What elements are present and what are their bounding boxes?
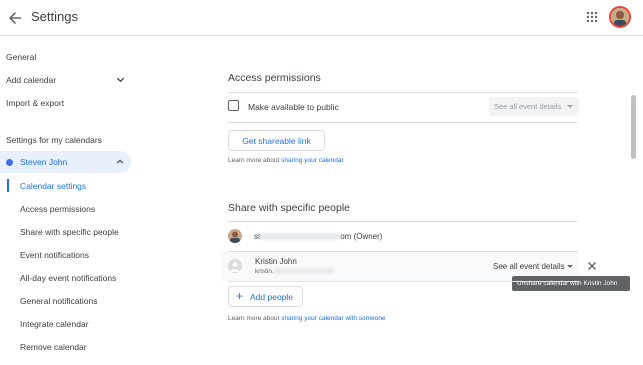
email-prefix: kristin. — [255, 268, 274, 275]
back-arrow-icon[interactable] — [6, 9, 24, 27]
sidebar-item-calendar-settings[interactable]: Calendar settings — [20, 181, 86, 191]
owner-row: st om (Owner) — [254, 232, 382, 241]
public-checkbox-label: Make available to public — [248, 102, 339, 112]
calendar-color-dot — [6, 159, 13, 166]
divider — [228, 122, 578, 123]
learn-more-sharing-someone: Learn more about sharing your calendar w… — [228, 315, 386, 322]
sidebar-item-all-day-notifications[interactable]: All-day event notifications — [20, 273, 116, 283]
sidebar-item-remove-calendar[interactable]: Remove calendar — [20, 342, 87, 352]
learn-more-text: Learn more about — [228, 315, 282, 322]
sidebar-item-general-notifications[interactable]: General notifications — [20, 296, 98, 306]
chevron-down-icon[interactable] — [116, 75, 125, 84]
calendar-name: Steven John — [20, 157, 68, 167]
sidebar-item-access-permissions[interactable]: Access permissions — [20, 204, 95, 214]
shared-person-name: Kristin John — [255, 257, 297, 266]
sidebar-item-my-calendar[interactable]: Steven John — [0, 151, 131, 173]
divider — [228, 92, 578, 93]
sidebar-item-add-calendar[interactable]: Add calendar — [6, 75, 56, 85]
sidebar-section-title: Settings for my calendars — [6, 135, 102, 145]
shared-person-email: kristin. — [255, 268, 334, 275]
account-avatar[interactable] — [609, 6, 631, 28]
add-people-label: Add people — [250, 292, 294, 302]
dropdown-caret-icon — [567, 105, 573, 108]
public-checkbox[interactable] — [228, 100, 239, 111]
main-scrollbar[interactable] — [631, 95, 636, 159]
redacted-blur — [273, 268, 334, 275]
sidebar-item-share-specific-people[interactable]: Share with specific people — [20, 227, 119, 237]
share-specific-heading: Share with specific people — [228, 202, 350, 214]
close-icon[interactable] — [586, 260, 598, 272]
access-permissions-heading: Access permissions — [228, 72, 321, 84]
plus-icon: + — [236, 289, 244, 303]
default-avatar — [228, 259, 242, 273]
learn-more-sharing-someone-link[interactable]: sharing your calendar with someone — [281, 315, 385, 322]
divider — [228, 221, 578, 222]
user-photo-icon — [228, 229, 242, 243]
sidebar-item-import-export[interactable]: Import & export — [6, 98, 64, 108]
divider — [228, 281, 578, 282]
dropdown-caret-icon — [567, 265, 573, 268]
learn-more-sharing-link[interactable]: sharing your calendar — [281, 157, 344, 164]
sidebar-item-integrate-calendar[interactable]: Integrate calendar — [20, 319, 89, 329]
chevron-up-icon[interactable] — [116, 158, 124, 166]
page-title: Settings — [31, 9, 78, 24]
owner-email-end: om (Owner) — [340, 232, 383, 241]
sidebar-item-general[interactable]: General — [6, 52, 36, 62]
sidebar-item-event-notifications[interactable]: Event notifications — [20, 250, 89, 260]
user-photo-icon — [611, 8, 629, 26]
public-permission-select: See all event details — [489, 97, 579, 116]
person-icon — [230, 262, 240, 272]
active-indicator — [7, 179, 9, 192]
owner-avatar — [228, 229, 242, 243]
add-people-button[interactable]: + Add people — [228, 286, 303, 307]
learn-more-text: Learn more about — [228, 157, 282, 164]
public-permission-value: See all event details — [494, 102, 562, 111]
top-bar: Settings — [0, 0, 643, 36]
unshare-tooltip: Unshare calendar with Kristin John — [512, 276, 630, 291]
learn-more-sharing: Learn more about sharing your calendar — [228, 157, 344, 164]
get-shareable-link-button[interactable]: Get shareable link — [228, 130, 325, 151]
redacted-blur — [260, 233, 341, 241]
apps-grid-icon[interactable] — [586, 11, 598, 23]
person-permission-select[interactable]: See all event details — [489, 257, 579, 276]
person-permission-value: See all event details — [493, 262, 565, 271]
